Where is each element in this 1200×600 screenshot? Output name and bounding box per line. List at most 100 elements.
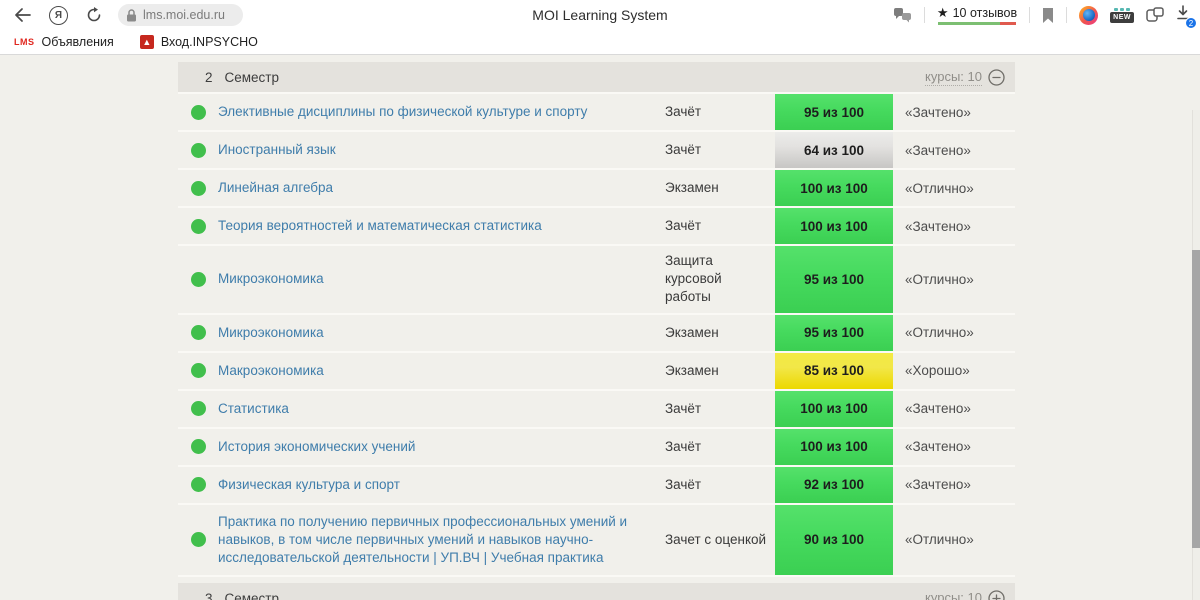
score-badge: 95 из 100 [775, 94, 893, 130]
course-row: Иностранный язык Зачёт 64 из 100 «Зачтен… [178, 132, 1015, 170]
course-status-dot [191, 218, 206, 234]
bookmarks-bar: LMS Объявления ▲ Вход.INPSYCHO [0, 30, 1200, 55]
exam-type-text: Экзамен [665, 362, 719, 378]
course-row: Линейная алгебра Экзамен 100 из 100 «Отл… [178, 170, 1015, 208]
exam-type-text: Зачёт [665, 400, 702, 416]
address-bar[interactable]: lms.moi.edu.ru [118, 4, 243, 26]
semester-number: 2 [205, 69, 213, 85]
grade-text: «Отлично» [905, 180, 974, 196]
course-status-dot [191, 180, 206, 196]
bookmark-item-inpsycho[interactable]: ▲ Вход.INPSYCHO [139, 35, 258, 49]
course-status-dot [191, 532, 206, 548]
course-list: Элективные дисциплины по физической куль… [178, 94, 1015, 578]
course-row: Элективные дисциплины по физической куль… [178, 94, 1015, 132]
courses-count-link[interactable]: курсы: 10 [925, 69, 982, 86]
downloads-icon[interactable]: 2 [1176, 5, 1197, 29]
scrollbar-thumb[interactable] [1192, 250, 1200, 548]
course-status-dot [191, 271, 206, 287]
course-row: Практика по получению первичных професси… [178, 504, 1015, 578]
course-status-dot [191, 325, 206, 341]
bookmark-item-announcements[interactable]: LMS Объявления [14, 35, 114, 49]
exam-type-text: Зачёт [665, 141, 702, 157]
grade-text: «Зачтено» [905, 439, 971, 455]
course-status-dot [191, 401, 206, 417]
course-link[interactable]: Элективные дисциплины по физической куль… [218, 103, 587, 121]
divider [1066, 7, 1068, 23]
collapse-icon[interactable] [988, 68, 1005, 86]
lock-icon [126, 8, 137, 22]
semester-number: 3 [205, 590, 213, 600]
course-row: История экономических учений Зачёт 100 и… [178, 428, 1015, 467]
course-row: Микроэкономика Экзамен 95 из 100 «Отличн… [178, 314, 1015, 353]
course-link[interactable]: Практика по получению первичных професси… [218, 513, 645, 568]
browser-toolbar: Я lms.moi.edu.ru MOI Learning System ★ 1… [0, 0, 1200, 30]
semester-title: Семестр [224, 69, 280, 85]
download-count-badge: 2 [1185, 17, 1197, 29]
score-badge: 100 из 100 [775, 208, 893, 244]
grade-text: «Зачтено» [905, 218, 971, 234]
course-row: Микроэкономика Защита курсовой работы 95… [178, 246, 1015, 315]
reviews-count: 10 отзывов [952, 5, 1018, 20]
semester-title: Семестр [224, 590, 280, 600]
course-status-dot [191, 104, 206, 120]
score-badge: 92 из 100 [775, 466, 893, 503]
bookmark-label: Вход.INPSYCHO [160, 35, 258, 49]
protect-icon[interactable] [893, 7, 912, 23]
course-link[interactable]: Физическая культура и спорт [218, 476, 400, 494]
score-badge: 95 из 100 [775, 314, 893, 351]
course-link[interactable]: Линейная алгебра [218, 179, 333, 197]
score-badge: 64 из 100 [775, 132, 893, 168]
toolbar-right-icons: ★ 10 отзывов NEW 2 [893, 5, 1200, 29]
course-link[interactable]: Микроэкономика [218, 270, 324, 288]
grade-text: «Зачтено» [905, 401, 971, 417]
course-link[interactable]: История экономических учений [218, 438, 415, 456]
bookmark-label: Объявления [41, 35, 114, 49]
refresh-icon[interactable] [86, 7, 102, 23]
course-row: Теория вероятностей и математическая ста… [178, 208, 1015, 246]
course-row: Макроэкономика Экзамен 85 из 100 «Хорошо… [178, 352, 1015, 391]
collections-icon[interactable] [1146, 7, 1164, 23]
extension-browser-icon[interactable] [1079, 5, 1099, 25]
score-badge: 100 из 100 [775, 170, 893, 206]
score-badge: 95 из 100 [775, 246, 893, 313]
yandex-browser-icon[interactable]: Я [49, 5, 68, 25]
grade-text: «Отлично» [905, 325, 974, 341]
grade-text: «Зачтено» [905, 142, 971, 158]
course-link[interactable]: Теория вероятностей и математическая ста… [218, 217, 542, 235]
extension-new-icon[interactable]: NEW [1110, 7, 1134, 23]
reviews-widget[interactable]: ★ 10 отзывов [937, 6, 1017, 25]
scrollbar-track[interactable] [1192, 110, 1200, 600]
course-link[interactable]: Макроэкономика [218, 362, 324, 380]
expand-icon[interactable] [988, 590, 1005, 600]
course-status-dot [191, 363, 206, 379]
course-link[interactable]: Микроэкономика [218, 324, 324, 342]
reviews-rating-bar [938, 21, 1017, 25]
score-badge: 85 из 100 [775, 352, 893, 389]
grade-text: «Зачтено» [905, 477, 971, 493]
course-status-dot [191, 477, 206, 493]
star-icon: ★ [936, 5, 949, 20]
exam-type-text: Зачет с оценкой [665, 531, 767, 547]
score-badge: 100 из 100 [775, 428, 893, 465]
divider [1029, 7, 1031, 23]
exam-type-text: Экзамен [665, 324, 719, 340]
exam-type-text: Экзамен [665, 179, 719, 195]
grade-text: «Хорошо» [905, 363, 970, 379]
url-text: lms.moi.edu.ru [143, 8, 225, 22]
lms-favicon: LMS [14, 37, 35, 47]
back-icon[interactable] [14, 8, 31, 22]
exam-type-text: Зачёт [665, 103, 702, 119]
course-link[interactable]: Иностранный язык [218, 141, 336, 159]
bookmark-flag-icon[interactable] [1042, 7, 1054, 23]
nav-buttons: Я [0, 5, 102, 25]
course-status-dot [191, 142, 206, 158]
course-link[interactable]: Статистика [218, 400, 289, 418]
courses-count-link[interactable]: курсы: 10 [925, 590, 982, 600]
grade-text: «Отлично» [905, 532, 974, 548]
exam-type-text: Зачёт [665, 438, 702, 454]
score-badge: 100 из 100 [775, 390, 893, 427]
grades-table: 2 Семестр курсы: 10 Элективные дисциплин… [178, 62, 1015, 600]
course-row: Статистика Зачёт 100 из 100 «Зачтено» [178, 390, 1015, 429]
score-badge: 90 из 100 [775, 504, 893, 576]
grade-text: «Отлично» [905, 271, 974, 287]
